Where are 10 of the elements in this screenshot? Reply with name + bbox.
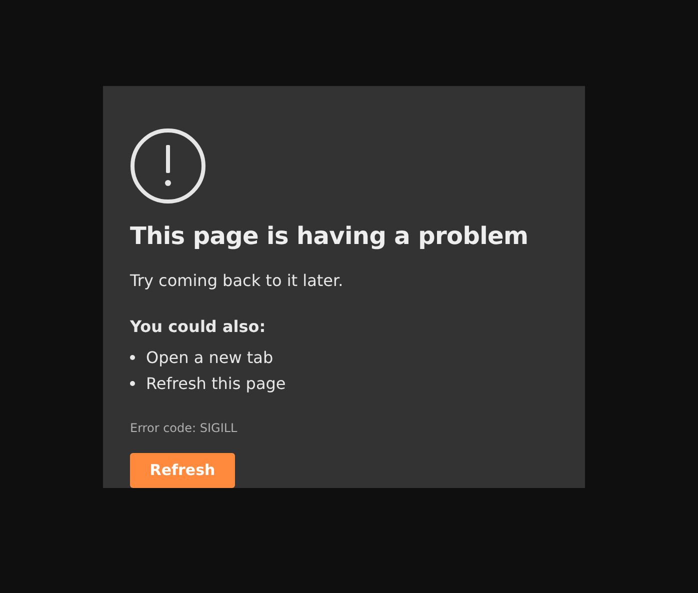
suggestion-item: Refresh this page xyxy=(146,372,286,395)
refresh-button[interactable]: Refresh xyxy=(130,452,235,488)
error-code: Error code: SIGILL xyxy=(130,420,238,437)
error-message: Try coming back to it later. xyxy=(130,270,344,292)
suggestions-heading: You could also: xyxy=(130,316,267,338)
error-title: This page is having a problem xyxy=(130,222,530,251)
exclamation-icon xyxy=(130,128,206,204)
bullet-icon xyxy=(130,381,135,386)
bullet-icon xyxy=(130,355,135,360)
suggestion-item: Open a new tab xyxy=(146,346,274,369)
